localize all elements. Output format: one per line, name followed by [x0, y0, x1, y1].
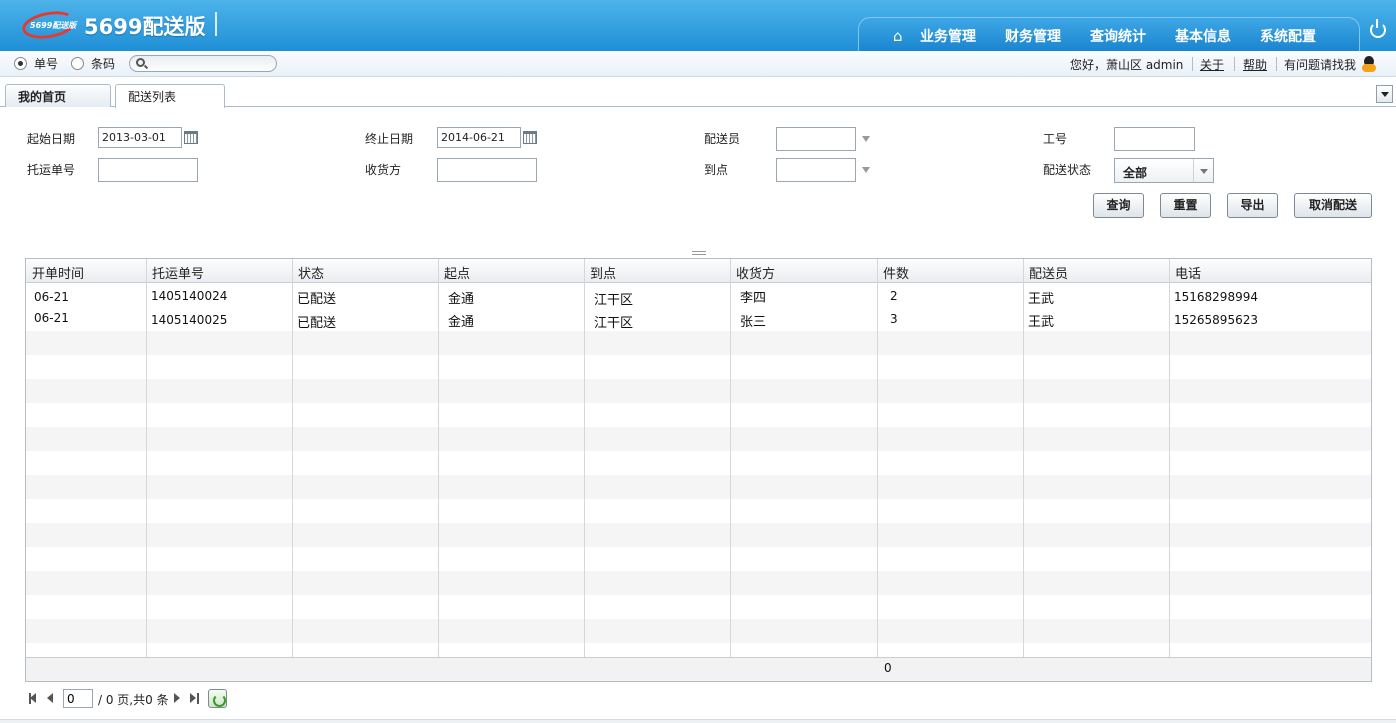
cell-origin: 金通 [448, 315, 475, 330]
tab-delivery-list[interactable]: 配送列表 [115, 84, 225, 108]
receiver-label: 收货方 [365, 163, 402, 177]
radio-waybill[interactable] [14, 57, 27, 70]
cell-receiver: 张三 [740, 315, 767, 330]
start-date-label: 起始日期 [27, 132, 76, 146]
main-nav: ⌂ 业务管理 财务管理 查询统计 基本信息 系统配置 [858, 17, 1360, 51]
nav-finance[interactable]: 财务管理 [1005, 26, 1061, 46]
start-date-calendar-icon[interactable] [184, 131, 198, 144]
cell-pieces: 2 [890, 289, 898, 303]
cell-phone: 15265895623 [1174, 313, 1258, 327]
app-header: 5699配送版 5699配送版 ⌂ 业务管理 财务管理 查询统计 基本信息 系统… [0, 0, 1396, 51]
cell-phone: 15168298994 [1174, 290, 1258, 304]
courier-dropdown-icon[interactable] [862, 136, 870, 146]
staff-no-input[interactable] [1114, 127, 1195, 151]
page-number-input[interactable] [63, 689, 93, 708]
cell-status: 已配送 [297, 316, 337, 331]
pieces-total: 0 [884, 661, 892, 675]
qq-icon[interactable] [1362, 56, 1376, 72]
cell-open-time: 06-21 [34, 311, 69, 325]
refresh-icon[interactable] [208, 689, 227, 708]
radio-waybill-label: 单号 [34, 57, 59, 71]
col-header-open-time[interactable]: 开单时间 [26, 259, 90, 283]
col-header-pieces[interactable]: 件数 [877, 259, 915, 283]
logo-text: 5699配送版 [30, 21, 77, 30]
receiver-input[interactable] [437, 158, 537, 182]
nav-query-stats[interactable]: 查询统计 [1090, 26, 1146, 46]
delivery-table: 开单时间 托运单号 状态 起点 到点 收货方 件数 配送员 电话 06-21 1… [25, 258, 1372, 682]
nav-basic-info[interactable]: 基本信息 [1175, 26, 1231, 46]
about-link[interactable]: 关于 [1200, 56, 1224, 73]
table-summary-row: 0 [26, 657, 1371, 681]
staff-no-label: 工号 [1043, 132, 1068, 146]
cancel-delivery-button[interactable]: 取消配送 [1294, 193, 1372, 218]
contact-link[interactable]: 有问题请找我 [1284, 56, 1356, 73]
destination-input[interactable] [776, 158, 856, 182]
cell-courier: 王武 [1028, 315, 1055, 330]
nav-business[interactable]: 业务管理 [920, 26, 976, 46]
waybill-input[interactable] [98, 158, 198, 182]
prev-page-icon[interactable] [45, 693, 55, 704]
app-title: 5699配送版 [84, 15, 206, 39]
panel-splitter-handle[interactable] [692, 251, 706, 255]
nav-system-config[interactable]: 系统配置 [1260, 26, 1316, 46]
cell-destination: 江干区 [594, 293, 634, 308]
cell-status: 已配送 [297, 292, 337, 307]
divider [1192, 57, 1193, 71]
bottom-border [0, 719, 1396, 723]
col-header-waybill[interactable]: 托运单号 [146, 259, 210, 283]
help-link[interactable]: 帮助 [1243, 56, 1267, 73]
search-icon [136, 58, 145, 67]
radio-barcode[interactable] [71, 57, 84, 70]
export-button[interactable]: 导出 [1227, 193, 1278, 218]
cell-receiver: 李四 [740, 291, 767, 306]
tab-home[interactable]: 我的首页 [5, 84, 111, 107]
home-icon[interactable]: ⌂ [893, 27, 903, 45]
divider [1276, 57, 1277, 71]
cell-waybill: 1405140025 [151, 313, 228, 327]
divider [1234, 57, 1235, 71]
destination-dropdown-icon[interactable] [862, 167, 870, 177]
cell-origin: 金通 [448, 292, 475, 307]
col-header-receiver[interactable]: 收货方 [730, 259, 781, 283]
status-select-value: 全部 [1123, 166, 1148, 180]
tab-bar: 我的首页 配送列表 [0, 77, 1396, 108]
last-page-icon[interactable] [190, 693, 200, 704]
radio-barcode-label: 条码 [91, 57, 116, 71]
status-select[interactable]: 全部 [1114, 158, 1214, 183]
waybill-label: 托运单号 [27, 163, 76, 177]
cell-waybill: 1405140024 [151, 289, 228, 303]
app-logo: 5699配送版 [20, 7, 78, 43]
end-date-label: 终止日期 [365, 132, 414, 146]
end-date-calendar-icon[interactable] [523, 131, 537, 144]
col-header-status[interactable]: 状态 [292, 259, 330, 283]
col-header-origin[interactable]: 起点 [438, 259, 476, 283]
search-toolbar: 单号 条码 您好，萧山区 admin 关于 帮助 有问题请找我 [0, 51, 1396, 77]
power-icon[interactable] [1370, 19, 1386, 38]
tab-list-dropdown-icon[interactable] [1376, 85, 1393, 103]
courier-label: 配送员 [704, 132, 741, 146]
query-button[interactable]: 查询 [1093, 193, 1144, 218]
col-header-courier[interactable]: 配送员 [1023, 259, 1074, 283]
col-header-destination[interactable]: 到点 [584, 259, 622, 283]
cell-destination: 江干区 [594, 316, 634, 331]
search-input[interactable] [129, 55, 277, 72]
cell-open-time: 06-21 [34, 290, 69, 304]
first-page-icon[interactable] [29, 693, 39, 704]
page-summary: / 0 页,共0 条 [98, 693, 169, 707]
chevron-down-icon [1193, 159, 1213, 182]
col-header-phone[interactable]: 电话 [1169, 259, 1207, 283]
end-date-input[interactable] [437, 127, 521, 148]
reset-button[interactable]: 重置 [1160, 193, 1211, 218]
title-divider [215, 12, 217, 36]
status-label: 配送状态 [1043, 163, 1092, 177]
courier-input[interactable] [776, 127, 856, 151]
greeting-text: 您好，萧山区 admin [1070, 58, 1184, 72]
cell-courier: 王武 [1028, 292, 1055, 307]
destination-label: 到点 [704, 163, 729, 177]
next-page-icon[interactable] [172, 693, 182, 704]
start-date-input[interactable] [98, 127, 182, 148]
cell-pieces: 3 [890, 312, 898, 326]
